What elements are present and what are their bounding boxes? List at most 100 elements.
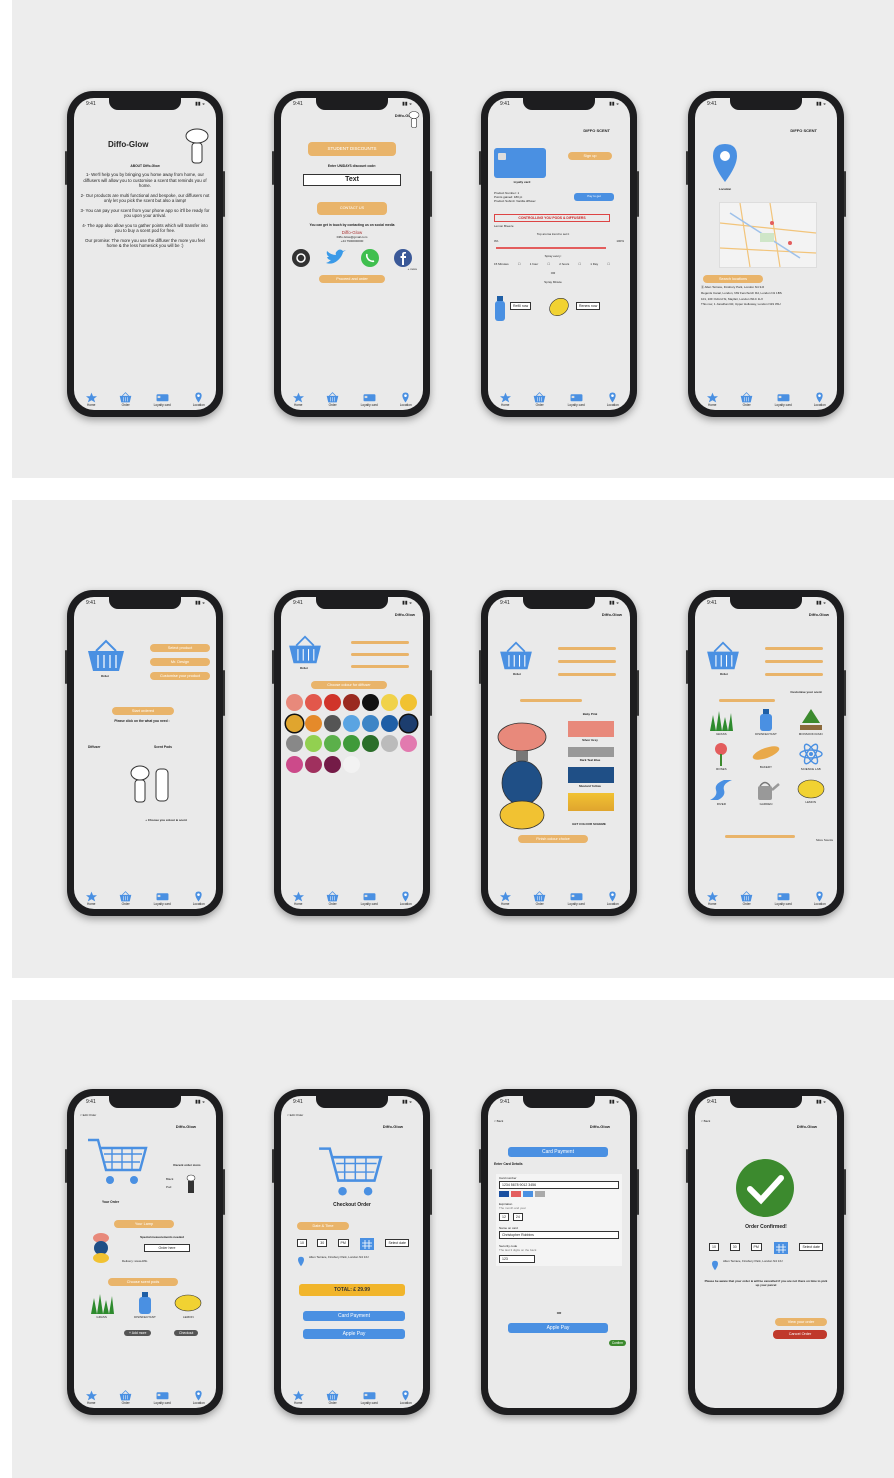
- checkout-button[interactable]: Checkout: [174, 1330, 199, 1337]
- interval-1day[interactable]: 1 Day: [590, 262, 598, 267]
- tab-loyalty-card[interactable]: Loyalty card: [154, 891, 171, 906]
- colour-swatch[interactable]: [305, 735, 322, 752]
- more-link[interactable]: + more: [287, 268, 417, 272]
- mr-design-button[interactable]: [765, 660, 823, 663]
- tab-home[interactable]: Home: [499, 392, 512, 407]
- colour-swatch[interactable]: [305, 714, 322, 732]
- start-order-button[interactable]: Start ordered: [112, 707, 174, 715]
- back-link[interactable]: < Edit Order: [80, 1113, 96, 1118]
- colour-swatch[interactable]: [305, 755, 322, 773]
- refill-now-button[interactable]: Refill now: [510, 302, 532, 311]
- customise-product-button[interactable]: [558, 673, 616, 676]
- tab-location[interactable]: Location: [399, 891, 412, 906]
- card-payment-button[interactable]: Card Payment: [303, 1311, 405, 1322]
- swatch-dark-teal[interactable]: [568, 767, 614, 783]
- choose-scent-pods-button[interactable]: Choose scent pods: [108, 1278, 178, 1286]
- tab-location[interactable]: Location: [192, 891, 205, 906]
- colour-swatch[interactable]: [286, 755, 303, 773]
- tab-location[interactable]: Location: [399, 392, 412, 407]
- colour-swatch[interactable]: [305, 694, 322, 711]
- apple-pay-button[interactable]: Apple Pay: [303, 1329, 405, 1340]
- tab-location[interactable]: Location: [813, 891, 826, 906]
- colour-swatch[interactable]: [324, 714, 341, 732]
- twitter-icon[interactable]: [324, 248, 348, 268]
- facebook-icon[interactable]: [393, 248, 413, 268]
- tab-location[interactable]: Location: [192, 1390, 205, 1405]
- tab-location[interactable]: Location: [606, 392, 619, 407]
- date-field[interactable]: Select date: [385, 1238, 409, 1248]
- tab-home[interactable]: Home: [706, 392, 719, 407]
- tab-home[interactable]: Home: [292, 891, 305, 906]
- tab-loyalty-card[interactable]: Loyalty card: [361, 1390, 378, 1405]
- colour-swatch[interactable]: [286, 694, 303, 711]
- tab-order[interactable]: Order: [533, 891, 546, 906]
- basket-item-disinfectant[interactable]: DISINFECTANT: [123, 1292, 166, 1319]
- tab-order[interactable]: Order: [326, 1390, 339, 1405]
- calendar-icon[interactable]: [359, 1236, 375, 1250]
- ampm-field[interactable]: PM: [337, 1238, 349, 1248]
- cancel-order-button[interactable]: Cancel Order: [773, 1330, 827, 1339]
- contact-us-button[interactable]: CONTACT US: [317, 202, 387, 216]
- student-discount-button[interactable]: STUDENT DISCOUNTS: [308, 142, 396, 156]
- colour-swatch[interactable]: [324, 694, 341, 711]
- interval-15min[interactable]: 15 Minutes: [494, 262, 509, 267]
- address-1[interactable]: ⦿ Allen Terrace, Finsbury Park, London N…: [701, 285, 819, 290]
- colour-swatch[interactable]: [343, 735, 360, 752]
- sign-up-button[interactable]: Sign up: [568, 152, 612, 160]
- instagram-icon[interactable]: [291, 248, 311, 268]
- minute-field[interactable]: 30: [317, 1238, 328, 1248]
- colour-swatch[interactable]: [362, 714, 379, 732]
- customise-product-button[interactable]: [351, 665, 409, 668]
- whatsapp-icon[interactable]: [360, 248, 380, 268]
- interval-1hour[interactable]: 1 hour: [530, 262, 539, 267]
- diffuser-product-icon[interactable]: [126, 759, 172, 805]
- tab-home[interactable]: Home: [85, 891, 98, 906]
- back-link[interactable]: < Back: [701, 1119, 710, 1124]
- scent-disinfectant[interactable]: DISINFECTANT: [744, 709, 789, 736]
- swatch-mustard[interactable]: [568, 793, 614, 811]
- tab-home[interactable]: Home: [85, 392, 98, 407]
- your-lamp-button[interactable]: Your Lamp: [114, 1220, 174, 1228]
- expiry-month-select[interactable]: 12: [499, 1212, 509, 1221]
- tab-order[interactable]: Order: [119, 392, 132, 407]
- scent-river[interactable]: RIVER: [699, 778, 744, 807]
- scent-grass[interactable]: GRASS: [699, 709, 744, 736]
- map-view[interactable]: [719, 202, 817, 268]
- tab-loyalty-card[interactable]: Loyalty card: [775, 891, 792, 906]
- more-scents-link[interactable]: More Scents: [816, 838, 833, 843]
- customise-product-button[interactable]: [765, 673, 823, 676]
- discount-code-input[interactable]: Text: [303, 173, 401, 187]
- scent-garden[interactable]: GARDEN: [744, 778, 789, 807]
- back-link[interactable]: < Edit Order: [287, 1113, 303, 1118]
- order-notes-input[interactable]: Order here: [144, 1244, 190, 1253]
- basket-item-grass[interactable]: GRASS: [80, 1292, 123, 1319]
- tab-home[interactable]: Home: [292, 1390, 305, 1405]
- tab-loyalty-card[interactable]: Loyalty card: [154, 392, 171, 407]
- mr-design-button[interactable]: [351, 653, 409, 656]
- colour-swatch[interactable]: [286, 714, 303, 732]
- scent-monsoon[interactable]: MONSOON RAIN: [788, 709, 833, 736]
- scent-bakery[interactable]: BAKERY: [744, 742, 789, 771]
- colour-swatch[interactable]: [381, 735, 398, 752]
- selected-colour-button[interactable]: [520, 699, 582, 702]
- back-link[interactable]: < Back: [494, 1119, 503, 1124]
- pay-to-get-button[interactable]: Pay to get: [574, 193, 614, 201]
- swatch-silver-grey[interactable]: [568, 747, 614, 757]
- scent-roses[interactable]: ROSES: [699, 742, 744, 771]
- colour-swatch[interactable]: [400, 714, 417, 732]
- colour-swatch[interactable]: [343, 755, 360, 773]
- swatch-baby-pink[interactable]: [568, 721, 614, 737]
- tab-loyalty-card[interactable]: Loyalty card: [361, 392, 378, 407]
- expiry-year-select[interactable]: 24: [512, 1212, 523, 1221]
- tab-loyalty-card[interactable]: Loyalty card: [154, 1390, 171, 1405]
- choose-colour-button[interactable]: Choose colour for diffuser: [311, 681, 387, 689]
- colour-swatch[interactable]: [381, 714, 398, 732]
- tab-order[interactable]: Order: [326, 891, 339, 906]
- tab-order[interactable]: Order: [740, 392, 753, 407]
- interval-2hours[interactable]: 2 hours: [559, 262, 569, 267]
- colour-swatch[interactable]: [324, 735, 341, 752]
- address-4[interactable]: This row, 1 Jonathan Rd, Upper Holloway,…: [701, 302, 819, 307]
- tab-order[interactable]: Order: [326, 392, 339, 407]
- tab-location[interactable]: Location: [399, 1390, 412, 1405]
- tab-order[interactable]: Order: [740, 891, 753, 906]
